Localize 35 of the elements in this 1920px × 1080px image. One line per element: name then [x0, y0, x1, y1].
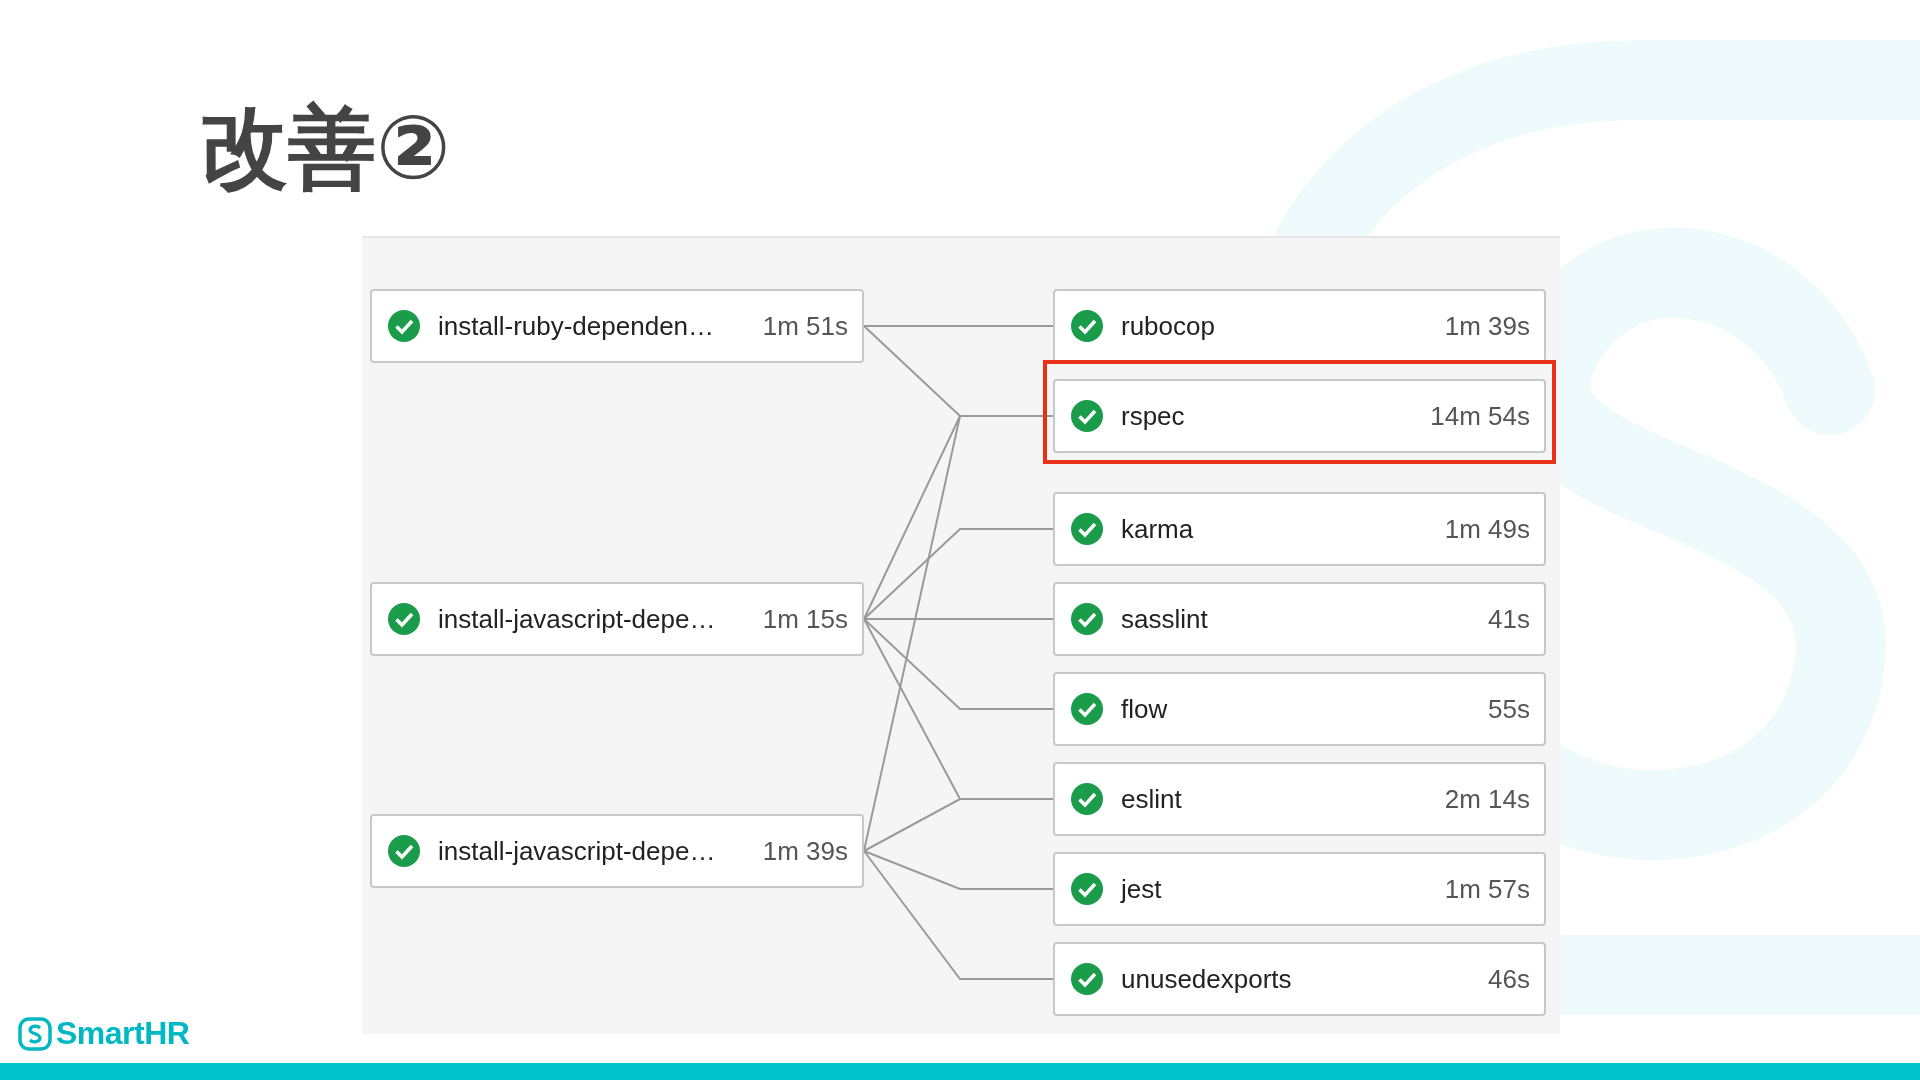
job-duration: 14m 54s: [1430, 400, 1530, 432]
job-duration: 2m 14s: [1444, 783, 1530, 815]
job-name: rubocop: [1121, 310, 1215, 342]
job-node[interactable]: karma 1m 49s: [1053, 492, 1546, 566]
job-node[interactable]: sasslint 41s: [1053, 582, 1546, 656]
job-node[interactable]: unusedexports 46s: [1053, 942, 1546, 1016]
job-name: karma: [1121, 513, 1194, 545]
logo-icon: [18, 1016, 52, 1051]
job-name: eslint: [1121, 783, 1182, 815]
job-name: install-javascript-depe…: [438, 835, 716, 867]
job-name: unusedexports: [1121, 963, 1292, 995]
job-node[interactable]: install-ruby-dependen… 1m 51s: [370, 289, 864, 363]
job-duration: 1m 15s: [762, 603, 848, 635]
job-node[interactable]: eslint 2m 14s: [1053, 762, 1546, 836]
job-name: rspec: [1121, 400, 1185, 432]
job-name: sasslint: [1121, 603, 1208, 635]
job-name: jest: [1121, 873, 1162, 905]
job-duration: 1m 39s: [762, 835, 848, 867]
job-node[interactable]: rubocop 1m 39s: [1053, 289, 1546, 363]
job-node[interactable]: flow 55s: [1053, 672, 1546, 746]
job-name: install-javascript-depe…: [438, 603, 716, 635]
job-name: install-ruby-dependen…: [438, 310, 715, 342]
job-duration: 1m 39s: [1444, 310, 1530, 342]
job-node[interactable]: jest 1m 57s: [1053, 852, 1546, 926]
job-duration: 1m 57s: [1444, 873, 1530, 905]
job-duration: 1m 49s: [1444, 513, 1530, 545]
job-duration: 1m 51s: [762, 310, 848, 342]
job-duration: 46s: [1488, 963, 1530, 995]
job-node[interactable]: rspec 14m 54s: [1053, 379, 1546, 453]
job-duration: 55s: [1488, 693, 1530, 725]
job-node[interactable]: install-javascript-depe… 1m 15s: [370, 582, 864, 656]
job-duration: 41s: [1488, 603, 1530, 635]
job-name: flow: [1121, 693, 1168, 725]
logo-text: SmartHR: [56, 1015, 190, 1052]
job-node[interactable]: install-javascript-depe… 1m 39s: [370, 814, 864, 888]
